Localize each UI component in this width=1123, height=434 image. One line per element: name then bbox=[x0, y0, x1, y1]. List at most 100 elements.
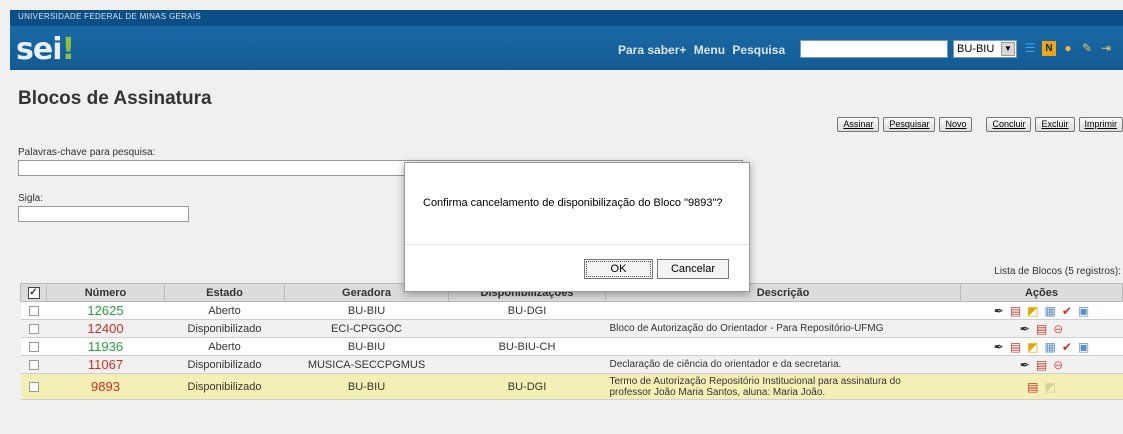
header: UNIVERSIDADE FEDERAL DE MINAS GERAIS sei… bbox=[10, 10, 1123, 70]
bloco-number-link[interactable]: 12400 bbox=[87, 321, 123, 336]
estado-cell: Disponibilizado bbox=[164, 355, 285, 374]
col-numero[interactable]: Número bbox=[46, 283, 165, 302]
link-para-saber[interactable]: Para saber+ bbox=[618, 43, 686, 57]
tools-icon[interactable]: ✎ bbox=[1080, 41, 1094, 56]
disp-cell: BU-DGI bbox=[448, 373, 606, 400]
numero-cell: 12400 bbox=[46, 319, 165, 338]
concluir-button[interactable]: Concluir bbox=[986, 117, 1032, 132]
action-toolbar: Assinar Pesquisar Novo Concluir Excluir … bbox=[837, 117, 1123, 132]
confirm-message: Confirma cancelamento de disponibilizaçã… bbox=[423, 197, 723, 209]
share-icon[interactable]: ◩ bbox=[1027, 304, 1038, 318]
logo-text: sei bbox=[16, 32, 62, 67]
select-all-checkbox[interactable]: ✓ bbox=[27, 286, 40, 299]
edit-icon[interactable]: ▦ bbox=[1045, 340, 1056, 354]
logo-mark: ! bbox=[61, 32, 76, 67]
list-icon[interactable]: ☰ bbox=[1023, 41, 1037, 56]
numero-cell: 9893 bbox=[46, 373, 165, 400]
row-checkbox[interactable] bbox=[28, 359, 39, 370]
cancel-availability-icon[interactable]: ⊖ bbox=[1053, 358, 1063, 372]
row-checkbox[interactable] bbox=[28, 341, 39, 352]
geradora-cell: ECI-CPGGOC bbox=[284, 319, 449, 338]
estado-cell: Aberto bbox=[164, 337, 285, 356]
table-row: 12400 Disponibilizado ECI-CPGGOC Bloco d… bbox=[20, 319, 1123, 338]
col-acoes: Ações bbox=[960, 283, 1123, 302]
blocks-table: ✓ Número Estado Geradora Disponibilizaçõ… bbox=[20, 283, 1123, 400]
documents-icon[interactable]: ▤ bbox=[1027, 380, 1038, 394]
estado-cell: Aberto bbox=[164, 301, 285, 320]
sign-pen-icon[interactable]: ✒ bbox=[994, 340, 1004, 354]
share-disabled-icon: ◩ bbox=[1044, 379, 1056, 394]
table-row: 11936 Aberto BU-BIU BU-BIU-CH ✒ ▤ ◩ ▦ ✔ ▣ bbox=[20, 337, 1123, 356]
ok-button[interactable]: OK bbox=[584, 259, 653, 279]
sign-pen-icon[interactable]: ✒ bbox=[994, 304, 1004, 318]
unit-select[interactable]: BU-BIU ▼ bbox=[953, 40, 1017, 58]
notification-badge-icon[interactable]: N bbox=[1042, 41, 1056, 56]
cancel-button[interactable]: Cancelar bbox=[657, 259, 729, 279]
sign-pen-icon[interactable]: ✒ bbox=[1020, 358, 1030, 372]
university-bar: UNIVERSIDADE FEDERAL DE MINAS GERAIS bbox=[10, 10, 1123, 26]
documents-icon[interactable]: ▤ bbox=[1036, 358, 1047, 372]
table-row-selected: 9893 Disponibilizado BU-BIU BU-DGI Termo… bbox=[20, 373, 1123, 400]
row-checkbox-cell bbox=[20, 355, 47, 374]
disp-cell: BU-DGI bbox=[448, 301, 606, 320]
university-name: UNIVERSIDADE FEDERAL DE MINAS GERAIS bbox=[18, 12, 201, 21]
excluir-button[interactable]: Excluir bbox=[1035, 117, 1075, 132]
delete-icon[interactable]: ▣ bbox=[1078, 304, 1089, 318]
numero-cell: 11936 bbox=[46, 337, 165, 356]
row-checkbox[interactable] bbox=[28, 305, 39, 316]
sign-pen-icon[interactable]: ✒ bbox=[1020, 322, 1030, 336]
row-checkbox-cell bbox=[20, 301, 47, 320]
list-caption: Lista de Blocos (5 registros): bbox=[994, 266, 1121, 277]
descricao-cell: Declaração de ciência do orientador e da… bbox=[605, 355, 961, 374]
descricao-line-1: Termo de Autorização Repositório Institu… bbox=[609, 375, 901, 387]
delete-icon[interactable]: ▣ bbox=[1078, 340, 1089, 354]
keywords-label: Palavras-chave para pesquisa: bbox=[18, 147, 156, 158]
imprimir-button[interactable]: Imprimir bbox=[1078, 117, 1123, 132]
exit-icon[interactable]: ⇥ bbox=[1099, 41, 1113, 56]
bloco-number-link[interactable]: 9893 bbox=[91, 379, 120, 394]
header-search-input[interactable] bbox=[800, 40, 948, 58]
select-all-header: ✓ bbox=[20, 283, 47, 302]
acoes-cell: ▤ ◩ bbox=[960, 373, 1123, 400]
disp-cell bbox=[448, 355, 606, 374]
conclude-check-icon[interactable]: ✔ bbox=[1062, 304, 1072, 318]
table-row: 11067 Disponibilizado MUSICA-SECCPGMUS D… bbox=[20, 355, 1123, 374]
share-icon[interactable]: ◩ bbox=[1027, 340, 1038, 354]
bloco-number-link[interactable]: 12625 bbox=[87, 303, 123, 318]
geradora-cell: BU-BIU bbox=[284, 373, 449, 400]
edit-icon[interactable]: ▦ bbox=[1045, 304, 1056, 318]
row-checkbox[interactable] bbox=[28, 323, 39, 334]
dialog-divider bbox=[405, 244, 749, 245]
numero-cell: 12625 bbox=[46, 301, 165, 320]
sei-logo[interactable]: sei! bbox=[16, 32, 76, 67]
col-estado[interactable]: Estado bbox=[164, 283, 285, 302]
link-menu[interactable]: Menu bbox=[694, 43, 725, 57]
documents-icon[interactable]: ▤ bbox=[1036, 322, 1047, 336]
confirm-dialog: Confirma cancelamento de disponibilizaçã… bbox=[404, 162, 750, 292]
table-row: 12625 Aberto BU-BIU BU-DGI ✒ ▤ ◩ ▦ ✔ ▣ bbox=[20, 301, 1123, 320]
link-pesquisa[interactable]: Pesquisa bbox=[732, 43, 785, 57]
chevron-down-icon[interactable]: ▼ bbox=[1001, 42, 1015, 56]
documents-icon[interactable]: ▤ bbox=[1010, 304, 1021, 318]
row-checkbox[interactable] bbox=[28, 381, 39, 392]
app: UNIVERSIDADE FEDERAL DE MINAS GERAIS sei… bbox=[0, 0, 1123, 434]
acoes-cell: ✒ ▤ ⊖ bbox=[960, 319, 1123, 338]
user-icon[interactable]: ● bbox=[1061, 41, 1075, 56]
disp-cell: BU-BIU-CH bbox=[448, 337, 606, 356]
conclude-check-icon[interactable]: ✔ bbox=[1062, 340, 1072, 354]
cancel-availability-icon[interactable]: ⊖ bbox=[1053, 322, 1063, 336]
disp-cell bbox=[448, 319, 606, 338]
numero-cell: 11067 bbox=[46, 355, 165, 374]
novo-button[interactable]: Novo bbox=[939, 117, 973, 132]
documents-icon[interactable]: ▤ bbox=[1010, 340, 1021, 354]
assinar-button[interactable]: Assinar bbox=[837, 117, 880, 132]
acoes-cell: ✒ ▤ ◩ ▦ ✔ ▣ bbox=[960, 337, 1123, 356]
sigla-input[interactable] bbox=[18, 206, 189, 222]
geradora-cell: BU-BIU bbox=[284, 301, 449, 320]
bloco-number-link[interactable]: 11067 bbox=[88, 357, 123, 372]
acoes-cell: ✒ ▤ ◩ ▦ ✔ ▣ bbox=[960, 301, 1123, 320]
pesquisar-button[interactable]: Pesquisar bbox=[883, 117, 936, 132]
bloco-number-link[interactable]: 11936 bbox=[88, 339, 123, 354]
descricao-line-2: professor João Maria Santos, aluna: Mari… bbox=[609, 386, 826, 398]
row-checkbox-cell bbox=[20, 373, 47, 400]
